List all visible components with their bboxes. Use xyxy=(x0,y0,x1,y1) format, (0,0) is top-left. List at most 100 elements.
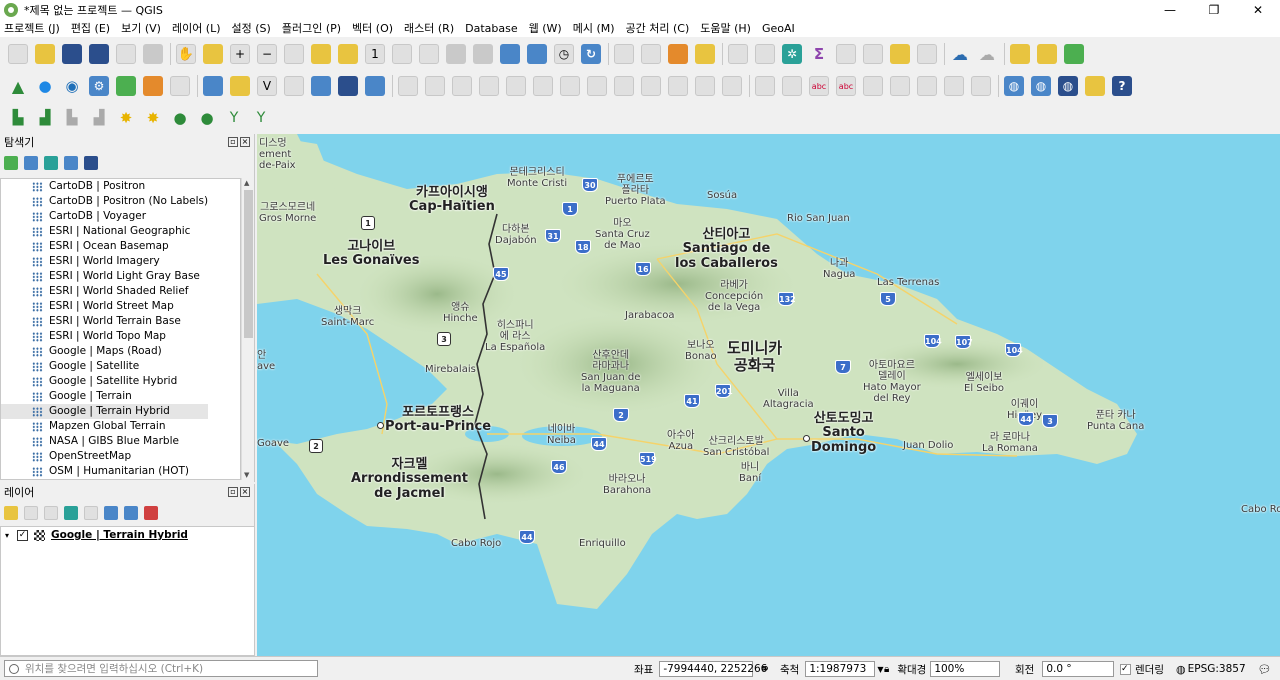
new-project-icon[interactable] xyxy=(8,44,28,64)
paste-icon[interactable] xyxy=(668,76,688,96)
python-icon[interactable] xyxy=(1085,76,1105,96)
menu-mesh[interactable]: 메시 (M) xyxy=(573,20,615,36)
style-manager-icon[interactable] xyxy=(143,44,163,64)
menu-raster[interactable]: 래스터 (R) xyxy=(404,20,454,36)
list-item[interactable]: CartoDB | Positron xyxy=(1,179,240,194)
temporal-icon[interactable] xyxy=(917,44,937,64)
save-as-icon[interactable] xyxy=(89,44,109,64)
menu-edit[interactable]: 편집 (E) xyxy=(71,20,110,36)
minimize-button[interactable]: — xyxy=(1148,0,1192,20)
attribute-table-icon[interactable] xyxy=(755,44,775,64)
delete-icon[interactable] xyxy=(587,76,607,96)
manage-themes-icon[interactable] xyxy=(44,506,58,520)
render-checkbox[interactable]: ✓ xyxy=(1120,663,1131,675)
expand-all-icon[interactable] xyxy=(104,506,118,520)
globe2-icon[interactable]: ◍ xyxy=(1031,76,1051,96)
new-layer-star2-icon[interactable]: ✸ xyxy=(143,108,163,128)
profile3-icon[interactable]: ▙ xyxy=(62,108,82,128)
print-layout-icon[interactable] xyxy=(116,44,136,64)
bookmark-icon[interactable] xyxy=(500,44,520,64)
menu-help[interactable]: 도움말 (H) xyxy=(700,20,751,36)
add-selected-layers-icon[interactable] xyxy=(4,156,18,170)
style-layer-icon[interactable] xyxy=(4,506,18,520)
save-edits-icon[interactable] xyxy=(560,76,580,96)
list-item[interactable]: ESRI | World Street Map xyxy=(1,299,240,314)
globe3-icon[interactable]: ◍ xyxy=(1058,76,1078,96)
calendar-icon[interactable] xyxy=(170,76,190,96)
filter-add-icon[interactable]: Y xyxy=(224,108,244,128)
cloud-icon[interactable]: ☁ xyxy=(950,44,970,64)
zoom-full-icon[interactable] xyxy=(284,44,304,64)
collapse-all-icon[interactable] xyxy=(124,506,138,520)
collapse-all-icon[interactable] xyxy=(64,156,78,170)
cut-icon[interactable] xyxy=(614,76,634,96)
info-icon[interactable] xyxy=(84,156,98,170)
list-item[interactable]: Google | Satellite Hybrid xyxy=(1,374,240,389)
menu-processing[interactable]: 공간 처리 (C) xyxy=(626,20,690,36)
menu-view[interactable]: 보기 (V) xyxy=(121,20,161,36)
new-layer-star4-icon[interactable]: ● xyxy=(197,108,217,128)
add-raster-icon[interactable] xyxy=(230,76,250,96)
add-xyz-icon[interactable]: V xyxy=(257,76,277,96)
move-label-icon[interactable] xyxy=(917,76,937,96)
undo-icon[interactable] xyxy=(695,76,715,96)
edit-pencil-icon[interactable] xyxy=(398,76,418,96)
pan-icon[interactable]: ✋ xyxy=(176,44,196,64)
add-point-icon[interactable] xyxy=(452,76,472,96)
list-item[interactable]: ESRI | World Imagery xyxy=(1,254,240,269)
chevron-down-icon[interactable]: ▼ xyxy=(877,665,883,674)
close-panel-button[interactable]: × xyxy=(240,487,250,497)
new-layer-icon[interactable] xyxy=(365,76,385,96)
clock-icon[interactable]: ◷ xyxy=(554,44,574,64)
menu-layer[interactable]: 레이어 (L) xyxy=(172,20,221,36)
float-panel-button[interactable]: ▫ xyxy=(228,137,238,147)
copy-icon[interactable] xyxy=(641,76,661,96)
water-drop-icon[interactable]: ● xyxy=(35,76,55,96)
float-panel-button[interactable]: ▫ xyxy=(228,487,238,497)
browser-scrollbar[interactable]: ▲ ▼ xyxy=(241,178,254,480)
measure-icon[interactable] xyxy=(836,44,856,64)
add-mesh-icon[interactable] xyxy=(311,76,331,96)
layer-row[interactable]: ▾ ✓ Google | Terrain Hybrid xyxy=(1,527,254,543)
lock-scale-icon[interactable]: 🔒︎ xyxy=(884,664,889,675)
edit-pencil2-icon[interactable] xyxy=(425,76,445,96)
identify-icon[interactable] xyxy=(728,44,748,64)
help-icon[interactable]: ? xyxy=(1112,76,1132,96)
layers-tree[interactable]: ▾ ✓ Google | Terrain Hybrid xyxy=(0,526,255,656)
filter-legend-icon[interactable] xyxy=(64,506,78,520)
list-item[interactable]: ESRI | World Light Gray Base xyxy=(1,269,240,284)
show-label-icon[interactable] xyxy=(890,76,910,96)
zoom-last-icon[interactable] xyxy=(392,44,412,64)
list-item[interactable]: OSM | Humanitarian (HOT) xyxy=(1,464,240,479)
rotation-spinbox[interactable]: 0.0 ° xyxy=(1042,661,1115,677)
zoom-out-icon[interactable]: − xyxy=(257,44,277,64)
close-panel-button[interactable]: × xyxy=(240,137,250,147)
new-layer-star-icon[interactable]: ✸ xyxy=(116,108,136,128)
digitize-tree-icon[interactable]: ▲ xyxy=(8,76,28,96)
list-item[interactable]: Mapzen Global Terrain xyxy=(1,419,240,434)
add-vector-icon[interactable] xyxy=(203,76,223,96)
new-3d-view-icon[interactable] xyxy=(473,44,493,64)
open-project-icon[interactable] xyxy=(35,44,55,64)
tools-icon[interactable] xyxy=(1064,44,1084,64)
magnifier-spinbox[interactable]: 100% xyxy=(930,661,1001,677)
menu-settings[interactable]: 설정 (S) xyxy=(232,20,271,36)
zoom-to-layer-icon[interactable] xyxy=(338,44,358,64)
menu-project[interactable]: 프로젝트 (J) xyxy=(4,20,60,36)
menu-web[interactable]: 웹 (W) xyxy=(529,20,562,36)
deselect-icon[interactable] xyxy=(668,44,688,64)
filter-add2-icon[interactable]: Y xyxy=(251,108,271,128)
eye-icon[interactable]: ◉ xyxy=(62,76,82,96)
list-item[interactable]: ESRI | World Terrain Base xyxy=(1,314,240,329)
list-item[interactable]: NASA | GIBS Blue Marble xyxy=(1,434,240,449)
list-item[interactable]: ESRI | World Topo Map xyxy=(1,329,240,344)
menu-geoai[interactable]: GeoAI xyxy=(762,22,795,35)
maximize-button[interactable]: ❐ xyxy=(1192,0,1236,20)
list-item[interactable]: ESRI | Ocean Basemap xyxy=(1,239,240,254)
globe-icon[interactable]: ◍ xyxy=(1004,76,1024,96)
list-item[interactable]: Google | Terrain xyxy=(1,389,240,404)
locator-search-input[interactable]: 위치를 찾으려면 입력하십시오 (Ctrl+K) xyxy=(4,660,318,677)
list-item[interactable]: Google | Satellite xyxy=(1,359,240,374)
filter-expression-icon[interactable] xyxy=(84,506,98,520)
abc-label2-icon[interactable]: abc xyxy=(836,76,856,96)
